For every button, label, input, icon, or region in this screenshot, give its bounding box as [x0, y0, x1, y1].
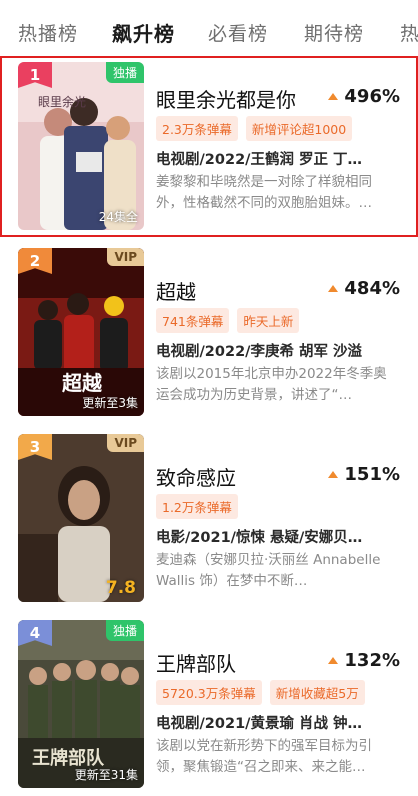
- item-description: 麦迪森（安娜贝拉·沃丽丝 Annabelle Wallis 饰）在梦中不断…: [156, 552, 381, 589]
- tab-hot-partial[interactable]: 热: [400, 19, 418, 46]
- trend-percent: 496%: [344, 86, 400, 107]
- tag-danmaku: 5720.3万条弹幕: [156, 680, 262, 705]
- tag-list: 5720.3万条弹幕 新增收藏超5万: [156, 680, 365, 705]
- tab-anticipated[interactable]: 期待榜: [304, 19, 364, 46]
- tag-danmaku: 741条弹幕: [156, 308, 230, 333]
- trend-percent: 484%: [344, 278, 400, 299]
- poster-image[interactable]: 眼里余光 1 独播 24集全: [18, 62, 144, 230]
- poster-image[interactable]: 王牌部队 4 独播 更新至31集: [18, 620, 144, 788]
- tab-hot[interactable]: 热播榜: [18, 19, 78, 46]
- item-description: 该剧以党在新形势下的强军目标为引领，聚焦锻造“召之即来、来之能…: [156, 738, 372, 775]
- item-title[interactable]: 超越: [156, 276, 196, 305]
- list-item[interactable]: 3 VIP 7.8 致命感应 151% 1.2万条弹幕 电影/2021/惊悚 悬…: [0, 434, 418, 610]
- vip-badge: VIP: [107, 248, 144, 266]
- item-title[interactable]: 王牌部队: [156, 648, 236, 677]
- exclusive-badge: 独播: [105, 62, 144, 83]
- poster-art-thriller: [18, 434, 144, 602]
- tag-highlight: 昨天上新: [237, 308, 300, 333]
- list-item[interactable]: 王牌部队 4 独播 更新至31集 王牌部队 132% 5720.3万条弹幕 新增…: [0, 620, 418, 796]
- item-description: 该剧以2015年北京申办2022年冬季奥运会成功为历史背景，讲述了“…: [156, 366, 387, 403]
- list-item[interactable]: 超越 2 VIP 更新至3集 超越 484% 741条弹幕 昨天上新 电视剧/2…: [0, 248, 418, 424]
- tag-list: 1.2万条弹幕: [156, 494, 238, 519]
- trend-value: 151%: [328, 464, 400, 485]
- trend-value: 484%: [328, 278, 400, 299]
- tag-highlight: 新增收藏超5万: [269, 680, 365, 705]
- tab-rising-label: 飙升榜: [112, 22, 175, 46]
- trend-value: 132%: [328, 650, 400, 671]
- svg-text:眼里余光: 眼里余光: [38, 94, 86, 109]
- item-meta: 电影/2021/惊悚 悬疑/安娜贝…: [156, 530, 363, 546]
- item-title[interactable]: 眼里余光都是你: [156, 84, 296, 113]
- tag-list: 741条弹幕 昨天上新: [156, 308, 300, 333]
- episode-caption: 更新至31集: [74, 768, 138, 782]
- poster-image[interactable]: 3 VIP 7.8: [18, 434, 144, 602]
- trend-percent: 132%: [344, 650, 400, 671]
- rating-score: 7.8: [105, 578, 136, 598]
- trend-up-icon: [328, 285, 339, 292]
- episode-caption: 更新至3集: [82, 396, 138, 410]
- poster-title-text: 超越: [61, 371, 103, 395]
- trend-value: 496%: [328, 86, 400, 107]
- episode-caption: 24集全: [98, 210, 138, 224]
- poster-art-romance: 眼里余光: [18, 62, 144, 230]
- tag-danmaku: 2.3万条弹幕: [156, 116, 238, 141]
- poster-art-military: 王牌部队: [18, 620, 144, 788]
- trend-percent: 151%: [344, 464, 400, 485]
- exclusive-badge: 独播: [105, 620, 144, 641]
- trend-up-icon: [328, 657, 339, 664]
- tag-highlight: 新增评论超1000: [245, 116, 353, 141]
- poster-image[interactable]: 超越 2 VIP 更新至3集: [18, 248, 144, 416]
- list-item[interactable]: 眼里余光 1 独播 24集全 眼里余光都是你 496% 2.3万条弹幕 新增评论…: [0, 56, 418, 237]
- item-description: 姜黎黎和毕晓然是一对除了样貌相同外，性格截然不同的双胞胎姐妹。…: [156, 174, 372, 211]
- tag-danmaku: 1.2万条弹幕: [156, 494, 238, 519]
- item-meta: 电视剧/2021/黄景瑜 肖战 钟…: [156, 716, 363, 732]
- item-title[interactable]: 致命感应: [156, 462, 236, 491]
- tab-must-watch[interactable]: 必看榜: [208, 19, 268, 46]
- trend-up-icon: [328, 93, 339, 100]
- tab-rising[interactable]: 飙升榜: [112, 18, 175, 47]
- rank-tabs: 热播榜 飙升榜 必看榜 期待榜 热: [0, 0, 418, 52]
- item-meta: 电视剧/2022/王鹤润 罗正 丁…: [156, 152, 363, 168]
- trend-up-icon: [328, 471, 339, 478]
- vip-badge: VIP: [107, 434, 144, 452]
- item-meta: 电视剧/2022/李庚希 胡军 沙溢: [156, 344, 363, 360]
- poster-art-sports: 超越: [18, 248, 144, 416]
- tag-list: 2.3万条弹幕 新增评论超1000: [156, 116, 353, 141]
